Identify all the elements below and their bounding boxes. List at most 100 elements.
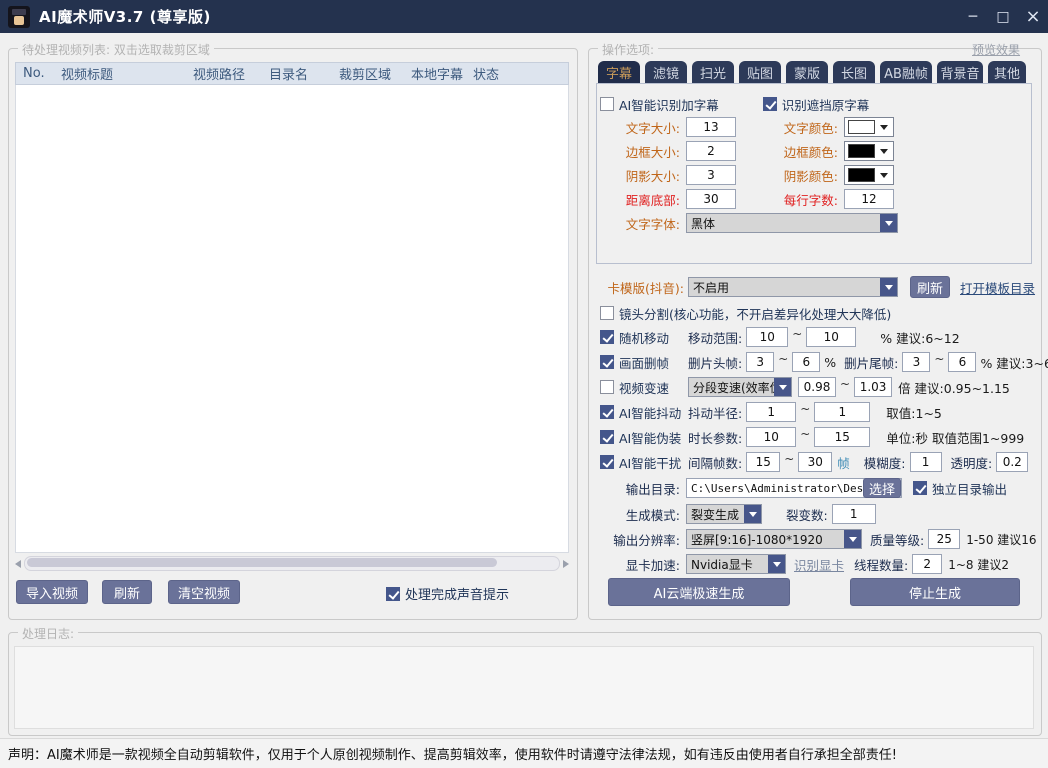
independent-dir-checkbox[interactable] [913, 481, 927, 495]
speed-from-input[interactable]: 0.98 [798, 377, 836, 397]
del-tail-label: 删片尾帧: [844, 353, 898, 372]
bottom-gap-input[interactable]: 30 [686, 189, 736, 209]
interfere-checkbox[interactable] [600, 455, 614, 469]
horizontal-scrollbar[interactable] [15, 556, 569, 571]
template-dropdown-arrow-icon[interactable] [880, 278, 897, 296]
tilde-separator: ~ [792, 327, 802, 341]
move-range-to-input[interactable]: 10 [806, 327, 856, 347]
scrollbar-track[interactable] [24, 556, 560, 571]
speed-mode-dropdown-arrow-icon[interactable] [774, 378, 791, 396]
gpu-dropdown[interactable]: Nvidia显卡 [686, 554, 786, 574]
preview-effect-link[interactable]: 预览效果 [972, 41, 1020, 58]
text-size-input[interactable]: 13 [686, 117, 736, 137]
scroll-right-arrow-icon[interactable] [563, 560, 569, 568]
options-tab-bar: 字幕 滤镜 扫光 贴图 蒙版 长图 AB融帧 背景音 其他 [598, 61, 1026, 83]
speed-to-input[interactable]: 1.03 [854, 377, 892, 397]
video-table-body[interactable] [15, 85, 569, 553]
threads-input[interactable]: 2 [912, 554, 942, 574]
import-video-button[interactable]: 导入视频 [16, 580, 88, 604]
tab-sweep[interactable]: 扫光 [692, 61, 734, 83]
duration-to-input[interactable]: 15 [814, 427, 870, 447]
shadow-color-dropdown-arrow-icon[interactable] [878, 173, 890, 178]
tab-mask[interactable]: 蒙版 [786, 61, 828, 83]
mask-original-subtitle-checkbox[interactable] [763, 97, 777, 111]
interval-from-input[interactable]: 15 [746, 452, 780, 472]
ai-add-subtitle-checkbox[interactable] [600, 97, 614, 111]
tab-bgm[interactable]: 背景音 [937, 61, 983, 83]
shake-from-input[interactable]: 1 [746, 402, 796, 422]
disguise-row: AI智能伪装 时长参数: 10 ~ 15 单位:秒 取值范围1~999 [600, 426, 1040, 448]
open-template-dir-link[interactable]: 打开模板目录 [960, 278, 1035, 297]
tab-subtitle[interactable]: 字幕 [598, 61, 640, 83]
text-color-dropdown[interactable] [844, 117, 894, 137]
quality-input[interactable]: 25 [928, 529, 960, 549]
gpu-dropdown-arrow-icon[interactable] [768, 555, 785, 573]
line-chars-input[interactable]: 12 [844, 189, 894, 209]
frame-delete-checkbox[interactable] [600, 355, 614, 369]
minimize-button[interactable]: ─ [958, 0, 988, 33]
border-color-label: 边框颜色: [770, 142, 838, 161]
resolution-dropdown-arrow-icon[interactable] [844, 530, 861, 548]
sound-tip-checkbox[interactable] [386, 587, 400, 601]
titlebar: AI魔术师V3.7 (尊享版) ─ □ × [0, 0, 1048, 33]
template-refresh-button[interactable]: 刷新 [910, 276, 950, 298]
bottom-gap-linechars-row: 距离底部: 30 每行字数: 12 [600, 188, 1028, 210]
del-head-to-input[interactable]: 6 [792, 352, 820, 372]
split-count-input[interactable]: 1 [832, 504, 876, 524]
stop-generate-button[interactable]: 停止生成 [850, 578, 1020, 606]
shadow-color-dropdown[interactable] [844, 165, 894, 185]
gen-mode-label: 生成模式: [600, 505, 680, 524]
clear-videos-button[interactable]: 清空视频 [168, 580, 240, 604]
duration-from-input[interactable]: 10 [746, 427, 796, 447]
gen-mode-dropdown-arrow-icon[interactable] [744, 505, 761, 523]
scrollbar-thumb[interactable] [27, 558, 497, 567]
interval-to-input[interactable]: 30 [798, 452, 832, 472]
template-label: 卡模版(抖音): [600, 278, 684, 297]
font-dropdown[interactable]: 黑体 [686, 213, 898, 233]
close-button[interactable]: × [1018, 0, 1048, 33]
text-color-dropdown-arrow-icon[interactable] [878, 125, 890, 130]
tilde-separator: ~ [840, 377, 850, 391]
template-dropdown[interactable]: 不启用 [688, 277, 898, 297]
del-tail-from-input[interactable]: 3 [902, 352, 930, 372]
blur-input[interactable]: 1 [910, 452, 942, 472]
gen-mode-dropdown[interactable]: 裂变生成 [686, 504, 762, 524]
bottom-gap-label: 距离底部: [600, 190, 680, 209]
del-head-from-input[interactable]: 3 [746, 352, 774, 372]
resolution-dropdown[interactable]: 竖屏[9:16]-1080*1920 [686, 529, 862, 549]
border-color-dropdown-arrow-icon[interactable] [878, 149, 890, 154]
column-header-dir: 目录名 [262, 64, 332, 83]
tilde-separator: ~ [934, 352, 944, 366]
border-color-dropdown[interactable] [844, 141, 894, 161]
random-move-checkbox[interactable] [600, 330, 614, 344]
font-dropdown-arrow-icon[interactable] [880, 214, 897, 232]
gpu-value: Nvidia显卡 [687, 556, 768, 573]
shake-checkbox[interactable] [600, 405, 614, 419]
speed-checkbox[interactable] [600, 380, 614, 394]
speed-mode-dropdown[interactable]: 分段变速(效率优 [688, 377, 792, 397]
tab-filter[interactable]: 滤镜 [645, 61, 687, 83]
log-output-area[interactable] [14, 646, 1034, 729]
move-range-from-input[interactable]: 10 [746, 327, 788, 347]
alpha-input[interactable]: 0.2 [996, 452, 1028, 472]
shake-to-input[interactable]: 1 [814, 402, 870, 422]
tab-other[interactable]: 其他 [988, 61, 1026, 83]
refresh-list-button[interactable]: 刷新 [102, 580, 152, 604]
tab-longimage[interactable]: 长图 [833, 61, 875, 83]
scroll-left-arrow-icon[interactable] [15, 560, 21, 568]
maximize-button[interactable]: □ [988, 0, 1018, 33]
text-size-label: 文字大小: [600, 118, 680, 137]
cloud-generate-button[interactable]: AI云端极速生成 [608, 578, 790, 606]
border-size-input[interactable]: 2 [686, 141, 736, 161]
text-size-color-row: 文字大小: 13 文字颜色: [600, 116, 1028, 138]
tab-sticker[interactable]: 贴图 [739, 61, 781, 83]
detect-gpu-link[interactable]: 识别显卡 [794, 555, 844, 574]
select-dir-button[interactable]: 选择 [863, 478, 901, 498]
del-tail-to-input[interactable]: 6 [948, 352, 976, 372]
shadow-size-input[interactable]: 3 [686, 165, 736, 185]
font-value: 黑体 [687, 215, 880, 232]
lens-split-checkbox[interactable] [600, 306, 614, 320]
disguise-checkbox[interactable] [600, 430, 614, 444]
quality-label: 质量等级: [870, 530, 924, 549]
tab-ab-blend[interactable]: AB融帧 [880, 61, 932, 83]
